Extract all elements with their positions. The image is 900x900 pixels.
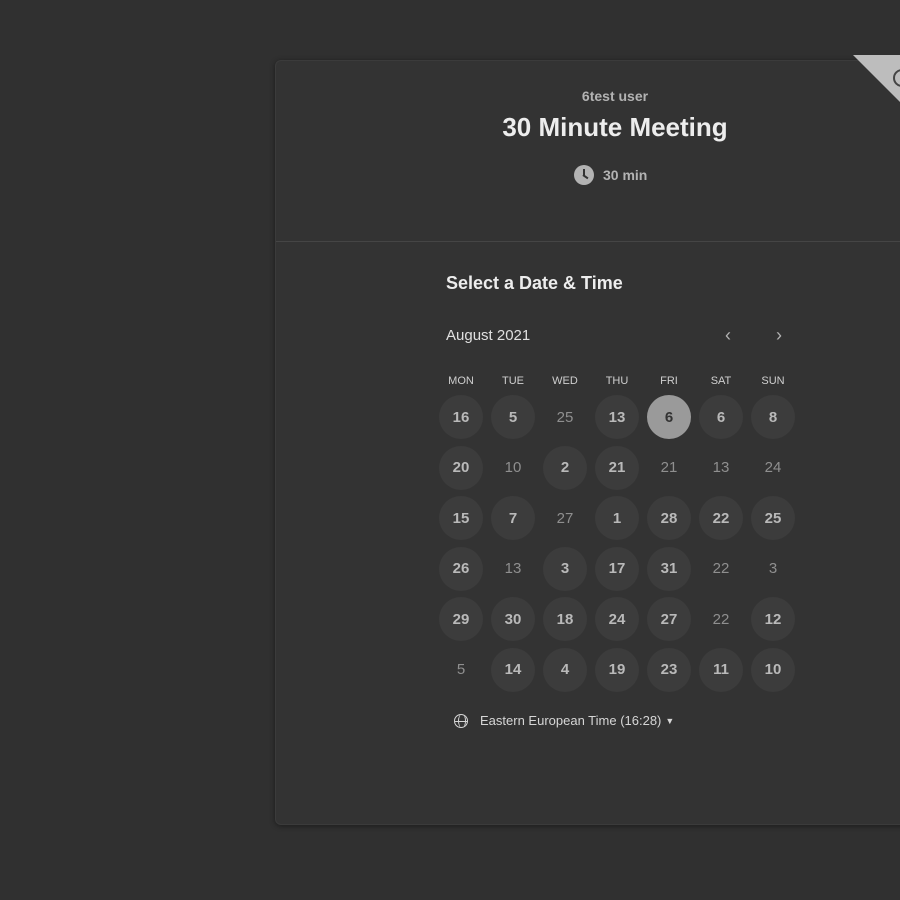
event-duration: 30 min [574, 165, 647, 185]
weekday-fri: FRI [660, 375, 678, 387]
day-button[interactable]: 31 [647, 546, 691, 591]
weekday-mon: MON [448, 375, 474, 387]
day-button[interactable]: 5 [491, 395, 535, 439]
weekday-tue: TUE [502, 375, 524, 387]
duration-label: 30 min [603, 167, 648, 183]
day-cell: 25 [556, 408, 574, 426]
previous-month-button[interactable]: ‹ [716, 323, 740, 347]
day-button[interactable]: 7 [491, 496, 535, 541]
day-button[interactable]: 17 [595, 546, 639, 591]
caret-down-icon: ▼ [665, 715, 675, 726]
selected-day-button[interactable]: 6 [647, 395, 691, 439]
day-button[interactable]: 13 [595, 395, 639, 439]
day-button[interactable]: 8 [751, 395, 795, 439]
day-button[interactable]: 10 [751, 647, 795, 692]
day-button[interactable]: 30 [491, 597, 535, 642]
day-button[interactable]: 4 [543, 647, 587, 692]
day-button[interactable]: 6 [699, 395, 743, 439]
day-cell: 21 [660, 459, 678, 477]
day-button[interactable]: 21 [595, 445, 639, 490]
day-cell: 10 [504, 459, 522, 477]
day-button[interactable]: 18 [543, 597, 587, 642]
day-button[interactable]: 29 [439, 597, 483, 642]
month-label: August 2021 [446, 327, 531, 344]
weekday-wed: WED [552, 375, 578, 387]
day-button[interactable]: 16 [439, 395, 483, 439]
day-button[interactable]: 20 [439, 445, 483, 490]
day-button[interactable]: 19 [595, 647, 639, 692]
day-button[interactable]: 1 [595, 496, 639, 541]
day-button[interactable]: 12 [751, 597, 795, 642]
day-cell: 22 [712, 560, 730, 578]
event-title: 30 Minute Meeting [502, 112, 728, 142]
timezone-label: Eastern European Time (16:28) [480, 713, 662, 728]
day-button[interactable]: 26 [439, 546, 483, 591]
day-button[interactable]: 28 [647, 496, 691, 541]
day-button[interactable]: 24 [595, 597, 639, 642]
day-button[interactable]: 25 [751, 496, 795, 541]
globe-icon [454, 713, 468, 728]
day-cell: 5 [456, 661, 466, 679]
day-button[interactable]: 14 [491, 647, 535, 692]
booking-card: 6test user 30 Minute Meeting 30 min Sele… [275, 60, 900, 825]
day-button[interactable]: 23 [647, 647, 691, 692]
day-cell: 13 [712, 459, 730, 477]
calendar-grid: 16 5 25 13 6 6 8 20 10 2 21 21 13 24 15 7 27 1 28 22 25 26 13 3… [435, 395, 799, 699]
day-cell: 27 [556, 509, 574, 527]
day-cell: 13 [504, 560, 522, 578]
event-header: 6test user 30 Minute Meeting 30 min [276, 61, 900, 242]
day-button[interactable]: 3 [543, 546, 587, 591]
next-month-button[interactable]: › [767, 323, 791, 347]
day-cell: 3 [768, 560, 778, 578]
corner-ribbon[interactable] [853, 55, 900, 102]
day-button[interactable]: 11 [699, 647, 743, 692]
clock-icon [574, 165, 594, 185]
day-button[interactable]: 15 [439, 496, 483, 541]
day-cell: 24 [764, 459, 782, 477]
weekday-header: MON TUE WED THU FRI SAT SUN [435, 375, 799, 387]
day-button[interactable]: 27 [647, 597, 691, 642]
day-button[interactable]: 22 [699, 496, 743, 541]
day-cell: 22 [712, 610, 730, 628]
section-title: Select a Date & Time [446, 273, 623, 293]
host-name: 6test user [581, 88, 649, 104]
weekday-thu: THU [605, 375, 629, 387]
weekday-sun: SUN [761, 375, 785, 387]
day-button[interactable]: 2 [543, 445, 587, 490]
weekday-sat: SAT [710, 375, 732, 387]
timezone-selector[interactable]: Eastern European Time (16:28) ▼ [454, 713, 674, 728]
